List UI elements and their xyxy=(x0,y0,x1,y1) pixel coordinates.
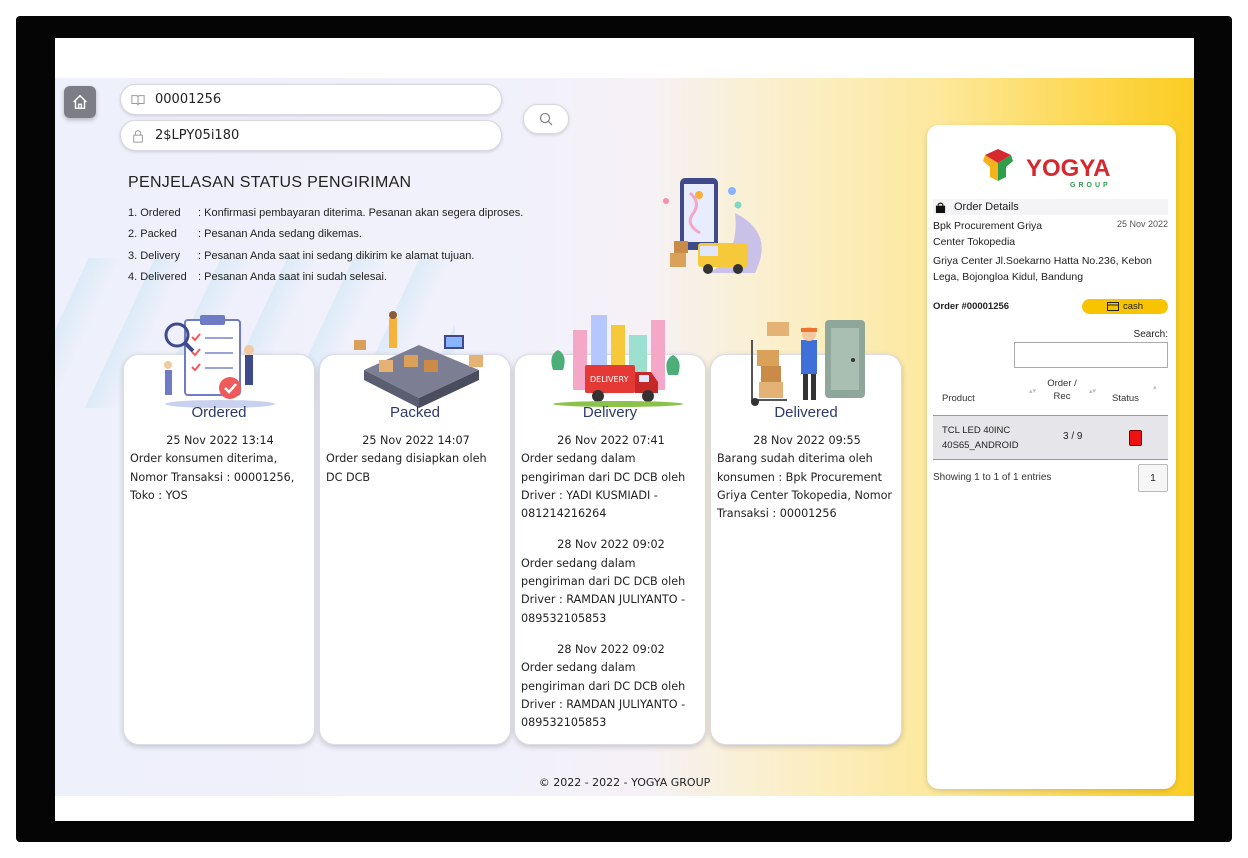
status-key: 3. Delivery xyxy=(128,249,180,262)
card-title-delivery: Delivery xyxy=(582,404,638,421)
status-key: 4. Delivered xyxy=(128,271,187,284)
status-item: 2. Packed : Pesanan Anda sedang dikemas. xyxy=(128,224,523,246)
column-header-status[interactable]: Status xyxy=(1112,392,1139,405)
order-number-field[interactable] xyxy=(120,84,502,115)
event-time: 28 Nov 2022 09:55 xyxy=(753,434,861,447)
sort-icon[interactable]: ▴▾ xyxy=(1089,387,1096,395)
product-name: TCL LED 40INC 40S65_ANDROID xyxy=(942,425,1019,451)
table-row[interactable]: TCL LED 40INC 40S65_ANDROID 3 / 9 xyxy=(933,415,1168,460)
home-button[interactable] xyxy=(64,86,96,118)
screen: PENJELASAN STATUS PENGIRIMAN 1. Ordered:… xyxy=(55,38,1194,821)
code-field[interactable] xyxy=(120,120,502,151)
event-text: Order sedang dalam pengiriman dari DC DC… xyxy=(521,661,686,730)
order-details-header: Order Details xyxy=(933,199,1168,215)
card-body-packed: 25 Nov 2022 14:07 Order sedang disiapkan… xyxy=(320,432,512,500)
order-details-label: Order Details xyxy=(954,201,1019,213)
entries-info: Showing 1 to 1 of 1 entries xyxy=(933,472,1052,483)
timeline-event: 28 Nov 2022 09:02 Order sedang dalam pen… xyxy=(521,536,701,627)
customer-address: Griya Center Jl.Soekarno Hatta No.236, K… xyxy=(933,255,1152,283)
tracking-app: PENJELASAN STATUS PENGIRIMAN 1. Ordered:… xyxy=(55,78,1194,796)
packing-illustration xyxy=(354,311,483,408)
sort-icon[interactable]: ▴▾ xyxy=(1029,387,1036,395)
delivery-truck-illustration: DELIVERY xyxy=(551,315,683,407)
card-body-delivered: 28 Nov 2022 09:55 Barang sudah diterima … xyxy=(711,432,903,536)
payment-badge: cash xyxy=(1082,299,1168,314)
status-item: 3. Delivery : Pesanan Anda saat ini sedan… xyxy=(128,245,523,267)
wallet-icon xyxy=(1106,302,1119,311)
customer-name: Bpk Procurement Griya Center Tokopedia xyxy=(933,220,1043,248)
order-number: Order #00001256 xyxy=(933,301,1010,312)
event-text: Order sedang dalam pengiriman dari DC DC… xyxy=(521,452,686,521)
order-number-input[interactable] xyxy=(155,92,455,107)
footer: © 2022 - 2022 - YOGYA GROUP xyxy=(538,776,711,789)
order-details-panel: YOGYA GROUP Order Details Bpk Procuremen… xyxy=(927,125,1176,789)
status-title: PENJELASAN STATUS PENGIRIMAN xyxy=(128,174,412,191)
payment-label: cash xyxy=(1122,301,1144,312)
timeline-event: 28 Nov 2022 09:55 Barang sudah diterima … xyxy=(717,432,897,523)
event-text: Order konsumen diterima, Nomor Transaksi… xyxy=(130,452,295,502)
status-indicator xyxy=(1129,430,1142,446)
status-desc: : Konfirmasi pembayaran diterima. Pesana… xyxy=(198,206,524,219)
status-desc: : Pesanan Anda sedang dikemas. xyxy=(198,228,362,241)
status-list: 1. Ordered : Konfirmasi pembayaran diteri… xyxy=(128,202,523,288)
status-item: 1. Ordered : Konfirmasi pembayaran diteri… xyxy=(128,202,523,224)
shopping-bag-icon xyxy=(935,202,946,213)
timeline-event: 28 Nov 2022 09:02 Order sedang dalam pen… xyxy=(521,641,701,732)
status-item: 4. Delivered : Pesanan Anda saat ini suda… xyxy=(128,267,523,289)
event-text: Barang sudah diterima oleh konsumen : Bp… xyxy=(717,452,893,521)
order-date: 25 Nov 2022 xyxy=(1116,219,1168,229)
search-button[interactable] xyxy=(523,104,569,134)
logo-subtext: GROUP xyxy=(1070,182,1111,189)
card-title-packed: Packed xyxy=(389,404,441,421)
event-time: 26 Nov 2022 07:41 xyxy=(557,434,665,447)
event-text: Order sedang dalam pengiriman dari DC DC… xyxy=(521,556,686,625)
sort-icon[interactable]: ▴ xyxy=(1153,383,1157,391)
event-time: 28 Nov 2022 09:02 xyxy=(557,642,665,656)
card-title-ordered: Ordered xyxy=(191,404,247,421)
event-time: 28 Nov 2022 09:02 xyxy=(557,538,665,552)
logo-text: YOGYA xyxy=(1026,155,1110,182)
card-title-delivered: Delivered xyxy=(774,404,838,421)
pagination-page[interactable]: 1 xyxy=(1138,464,1168,492)
checklist-illustration xyxy=(164,315,275,408)
status-desc: : Pesanan Anda saat ini sedang dikirim k… xyxy=(198,249,475,262)
delivery-phone-illustration xyxy=(663,178,762,274)
book-icon xyxy=(131,94,145,105)
delivered-courier-illustration xyxy=(751,320,865,406)
yogya-logo: YOGYA GROUP xyxy=(983,149,1111,189)
event-text: Order sedang disiapkan oleh DC DCB xyxy=(326,452,487,484)
home-icon xyxy=(73,94,87,110)
table-search-label: Search: xyxy=(1133,329,1168,340)
status-key: 1. Ordered xyxy=(128,206,181,219)
status-key: 2. Packed xyxy=(128,228,177,241)
timeline-event: 26 Nov 2022 07:41 Order sedang dalam pen… xyxy=(521,432,701,523)
card-body-delivery: 26 Nov 2022 07:41 Order sedang dalam pen… xyxy=(515,432,707,745)
code-input[interactable] xyxy=(155,128,455,143)
timeline-event: 25 Nov 2022 13:14 Order konsumen diterim… xyxy=(130,432,310,505)
search-icon xyxy=(539,112,553,126)
status-desc: : Pesanan Anda saat ini sudah selesai. xyxy=(198,271,387,284)
order-rec-qty: 3 / 9 xyxy=(1063,431,1083,442)
event-time: 25 Nov 2022 14:07 xyxy=(362,434,470,447)
svg-text:DELIVERY: DELIVERY xyxy=(590,375,629,384)
column-header-product[interactable]: Product xyxy=(942,392,975,405)
table-search-input[interactable] xyxy=(1014,342,1168,368)
card-body-ordered: 25 Nov 2022 13:14 Order konsumen diterim… xyxy=(124,432,316,518)
lock-icon xyxy=(133,129,143,143)
event-time: 25 Nov 2022 13:14 xyxy=(166,434,274,447)
column-header-order-rec[interactable]: Order / Rec xyxy=(1047,377,1077,403)
timeline-event: 25 Nov 2022 14:07 Order sedang disiapkan… xyxy=(326,432,506,487)
